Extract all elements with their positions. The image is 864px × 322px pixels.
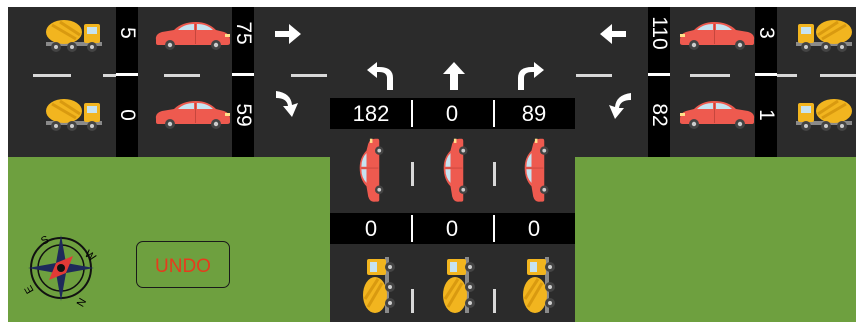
band-divider (116, 73, 138, 76)
truck-icon[interactable] (356, 253, 400, 317)
count-separator (411, 215, 413, 242)
left-bottom-truck-count: 0 (116, 109, 139, 121)
lane-divider (291, 74, 327, 77)
straight-arrow-icon (443, 62, 465, 90)
car-icon[interactable] (152, 99, 232, 131)
lane-divider (33, 74, 71, 77)
truck-icon[interactable] (794, 94, 854, 134)
lane-divider (493, 289, 496, 313)
car-icon[interactable] (432, 135, 482, 207)
right-top-car-count: 110 (648, 16, 671, 50)
grass-right (575, 157, 856, 322)
lane-divider (820, 74, 856, 77)
count-separator (493, 100, 495, 127)
truck-icon[interactable] (516, 253, 560, 317)
turn-down-right-arrow-icon (276, 91, 298, 117)
car-icon[interactable] (678, 20, 758, 52)
lane-divider (411, 162, 414, 186)
band-divider (755, 73, 777, 76)
truck-icon[interactable] (44, 15, 104, 55)
band-divider (232, 73, 254, 76)
band-divider (648, 73, 670, 76)
left-top-truck-count: 5 (116, 27, 139, 39)
turn-down-left-arrow-icon (609, 93, 631, 119)
car-icon[interactable] (348, 135, 398, 207)
undo-button[interactable]: UNDO (136, 241, 230, 288)
turn-left-truck-count: 0 (364, 216, 378, 241)
count-separator (411, 100, 413, 127)
turn-right-truck-count: 0 (527, 216, 541, 241)
straight-truck-count: 0 (445, 216, 459, 241)
truck-icon[interactable] (436, 253, 480, 317)
lane-divider (493, 162, 496, 186)
car-icon[interactable] (513, 135, 563, 207)
svg-text:E: E (23, 283, 37, 295)
lane-divider (411, 289, 414, 313)
turn-right-car-count: 89 (521, 101, 547, 126)
lane-divider (576, 74, 612, 77)
truck-icon[interactable] (44, 94, 104, 134)
arrow-left-icon (600, 24, 626, 44)
svg-text:N: N (73, 296, 87, 308)
straight-car-count: 0 (445, 101, 459, 126)
intersection-board: 5 0 75 59 110 82 3 1 182 0 89 0 0 0 S W … (8, 7, 856, 322)
arrow-right-icon (275, 24, 301, 44)
turn-right-arrow-icon (518, 62, 544, 90)
right-bottom-car-count: 82 (648, 103, 671, 127)
lane-divider (164, 74, 200, 77)
count-separator (493, 215, 495, 242)
lane-divider (690, 74, 730, 77)
truck-icon[interactable] (794, 15, 854, 55)
turn-left-arrow-icon (367, 62, 393, 90)
left-top-car-count: 75 (232, 21, 255, 45)
left-bottom-car-count: 59 (232, 103, 255, 127)
car-icon[interactable] (152, 20, 232, 52)
turn-left-car-count: 182 (352, 101, 390, 126)
car-icon[interactable] (678, 99, 758, 131)
compass-icon[interactable]: S W N E (22, 229, 100, 307)
